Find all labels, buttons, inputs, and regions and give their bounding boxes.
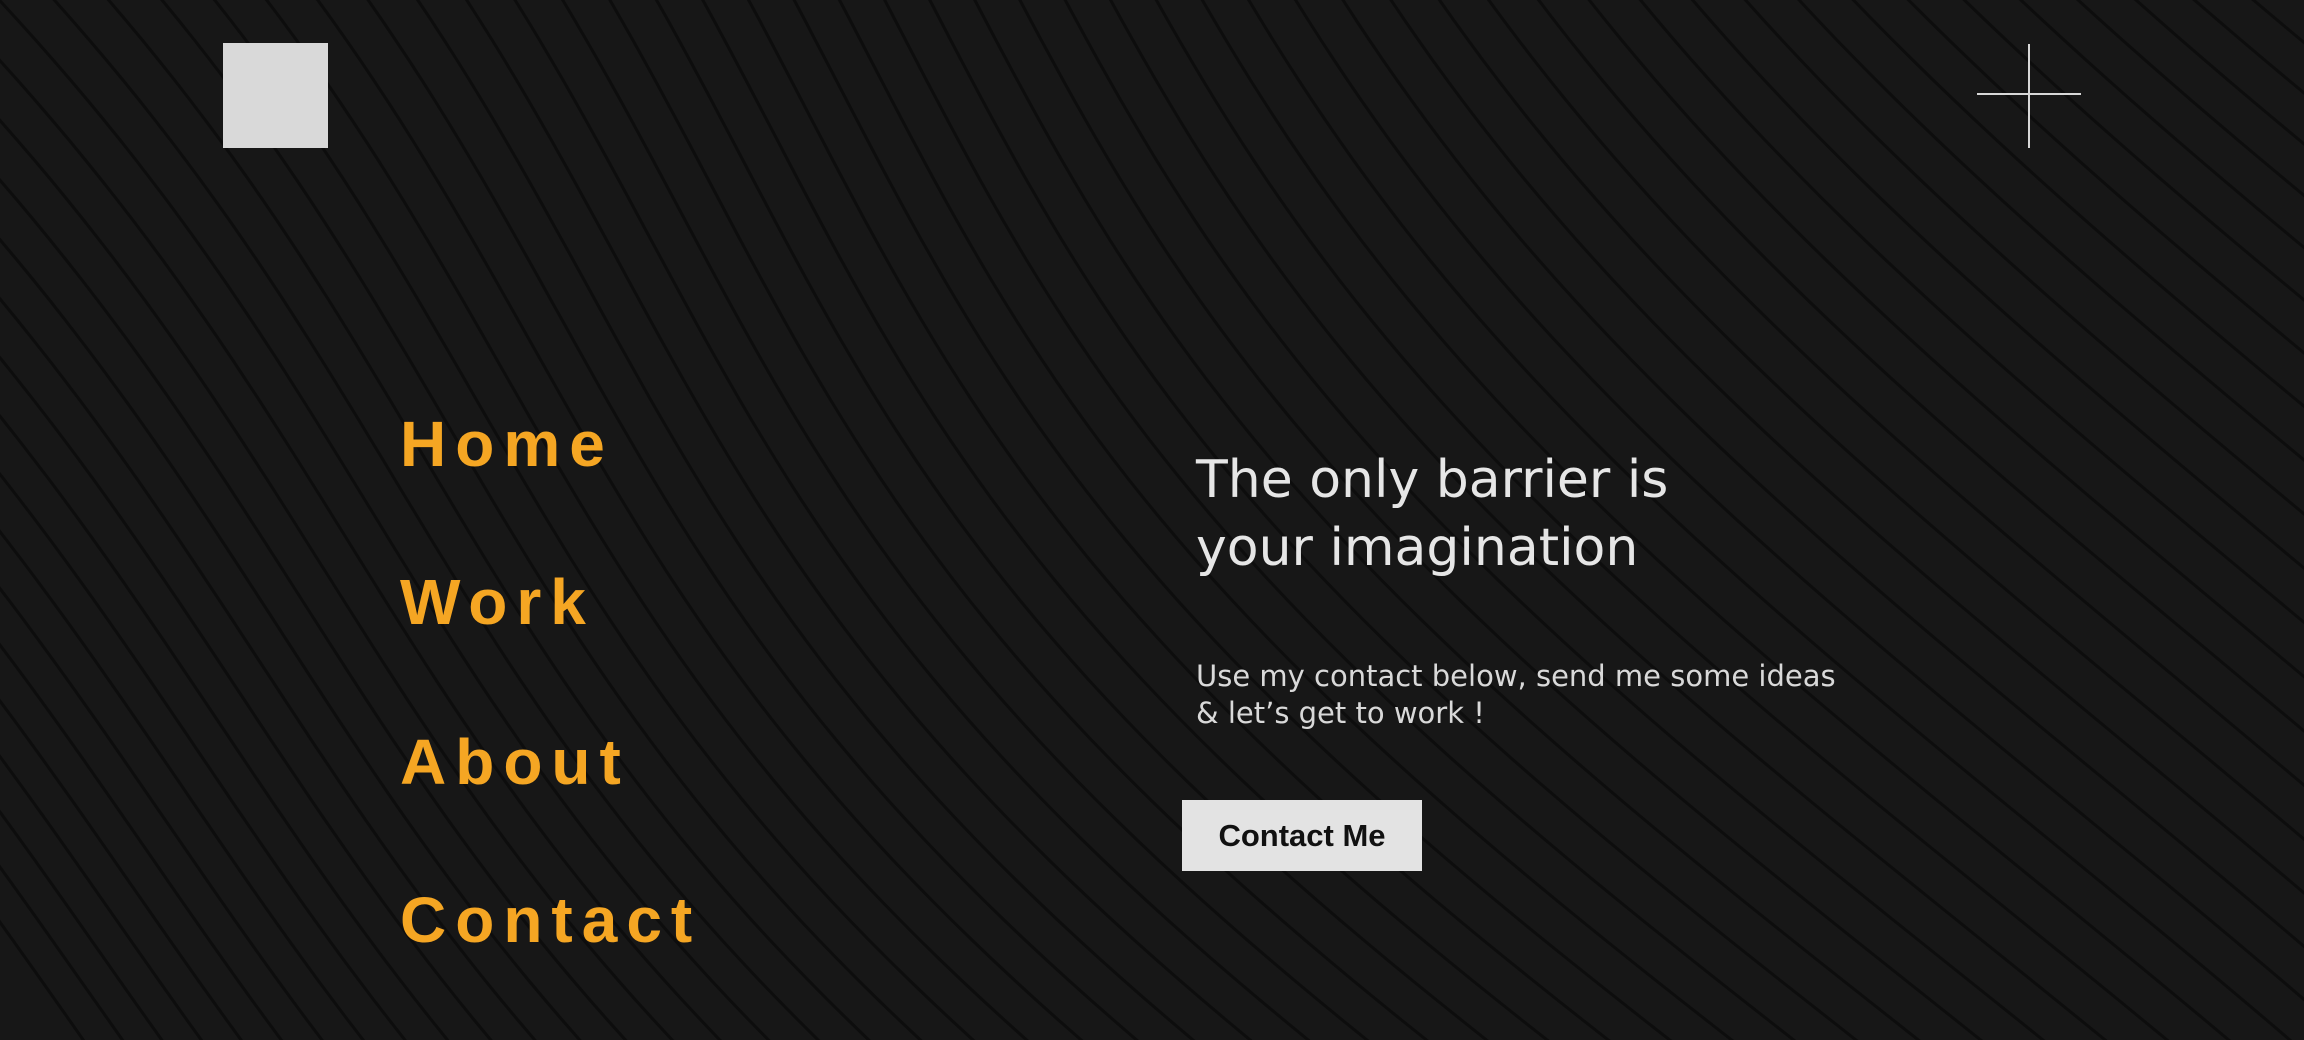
nav-item-work[interactable]: Work	[400, 570, 595, 634]
wave-line	[1906, 0, 2304, 355]
wave-line	[2192, 0, 2304, 95]
wave-line	[0, 529, 366, 1040]
wave-line	[2289, 0, 2304, 1040]
hero-description-line-1: Use my contact below, send me some ideas	[1196, 659, 1836, 693]
nav-item-contact[interactable]: Contact	[400, 888, 701, 952]
wave-pattern-background	[0, 0, 2304, 1040]
wave-line	[0, 809, 164, 1040]
logo-placeholder[interactable]	[223, 43, 328, 148]
hero-title-line-2: your imagination	[1196, 518, 1639, 578]
wave-line	[1962, 0, 2304, 302]
wave-line	[1851, 0, 2304, 409]
hero-description-line-2: & let’s get to work !	[1196, 696, 1485, 730]
hero-description: Use my contact below, send me some ideas…	[1196, 658, 1836, 732]
nav-item-about[interactable]: About	[400, 730, 630, 794]
hero-section: The only barrier is your imagination Use…	[1196, 446, 1896, 730]
wave-line	[0, 698, 243, 1040]
menu-overlay: Home Work About Contact The only barrier…	[0, 0, 2304, 1040]
close-icon[interactable]	[1977, 44, 2081, 148]
wave-line	[2133, 0, 2304, 146]
nav-item-home[interactable]: Home	[400, 412, 614, 476]
hero-title: The only barrier is your imagination	[1196, 446, 1896, 582]
wave-line	[0, 864, 125, 1040]
close-icon-vertical-stroke	[2028, 44, 2030, 148]
hero-title-line-1: The only barrier is	[1196, 450, 1669, 510]
contact-me-button[interactable]: Contact Me	[1182, 800, 1422, 871]
